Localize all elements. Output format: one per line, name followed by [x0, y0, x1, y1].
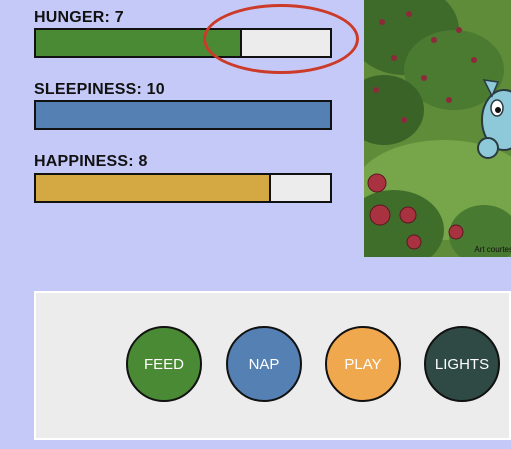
hunger-highlight-circle [203, 4, 359, 74]
pet-scene-illustration [364, 0, 511, 257]
pet-artwork: Art courtesy [364, 0, 511, 257]
nap-button[interactable]: NAP [226, 326, 302, 402]
lights-button[interactable]: LIGHTS [424, 326, 500, 402]
play-button[interactable]: PLAY [325, 326, 401, 402]
sleepiness-bar-fill [36, 102, 330, 128]
happiness-bar [34, 173, 332, 203]
art-credit: Art courtesy [474, 245, 511, 254]
sleepiness-bar [34, 100, 332, 130]
hunger-label: HUNGER: 7 [34, 9, 124, 26]
feed-button[interactable]: FEED [126, 326, 202, 402]
sleepiness-label: SLEEPINESS: 10 [34, 81, 165, 98]
happiness-label: HAPPINESS: 8 [34, 153, 148, 170]
happiness-bar-fill [36, 175, 272, 201]
